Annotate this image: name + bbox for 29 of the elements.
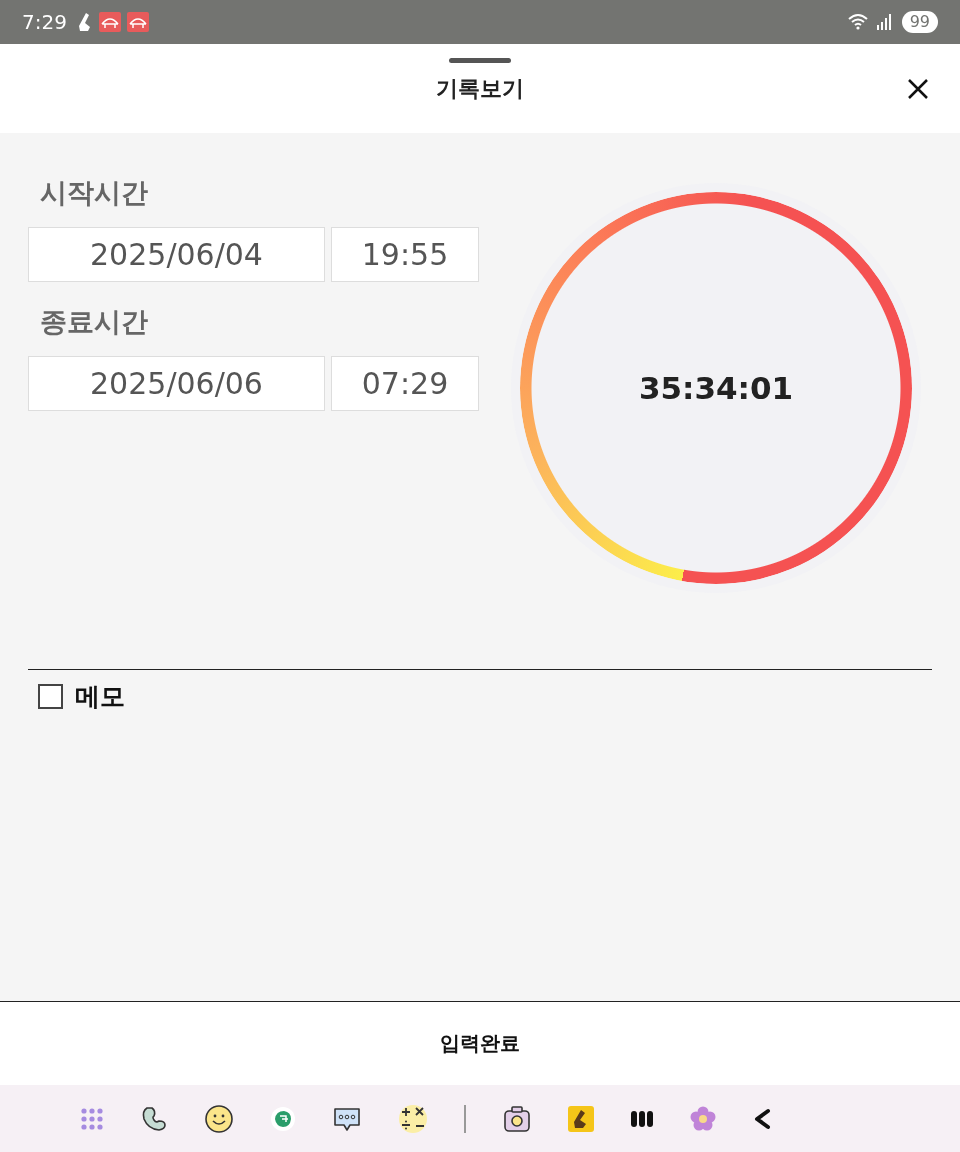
field-label: 종료시간	[40, 305, 149, 339]
memo-label: 메모	[75, 681, 125, 713]
memo-checkbox[interactable]	[38, 684, 63, 709]
sheet-title: 기록보기	[436, 74, 524, 103]
apps-grid-icon[interactable]	[80, 1106, 104, 1131]
close-icon[interactable]	[906, 77, 930, 101]
smiley-icon[interactable]	[204, 1103, 234, 1134]
battery-level: 99	[901, 11, 938, 33]
recent-apps-icon[interactable]	[630, 1108, 654, 1129]
date-field[interactable]: 2025/06/06	[28, 356, 325, 411]
date-field[interactable]: 2025/06/04	[28, 227, 325, 282]
wifi-icon	[847, 13, 870, 31]
time-field[interactable]: 19:55	[331, 227, 479, 282]
calculator-icon[interactable]	[398, 1103, 428, 1134]
submit-button[interactable]: 입력완료	[0, 1001, 960, 1085]
phone-icon[interactable]	[140, 1104, 168, 1133]
shoe-app-icon[interactable]	[568, 1105, 594, 1132]
camera-icon[interactable]	[502, 1103, 532, 1134]
notification-icon	[98, 12, 121, 32]
signal-icon	[875, 14, 892, 30]
field-label: 시작시간	[40, 176, 149, 210]
back-icon[interactable]	[752, 1107, 772, 1130]
elapsed-time: 35:34:01	[638, 370, 794, 406]
app-icon[interactable]	[270, 1105, 296, 1132]
time-field[interactable]: 07:29	[331, 356, 479, 411]
drag-handle[interactable]	[449, 58, 511, 63]
status-time: 7:29	[22, 10, 67, 34]
notification-icon	[126, 12, 149, 32]
shoe-icon	[76, 12, 93, 32]
